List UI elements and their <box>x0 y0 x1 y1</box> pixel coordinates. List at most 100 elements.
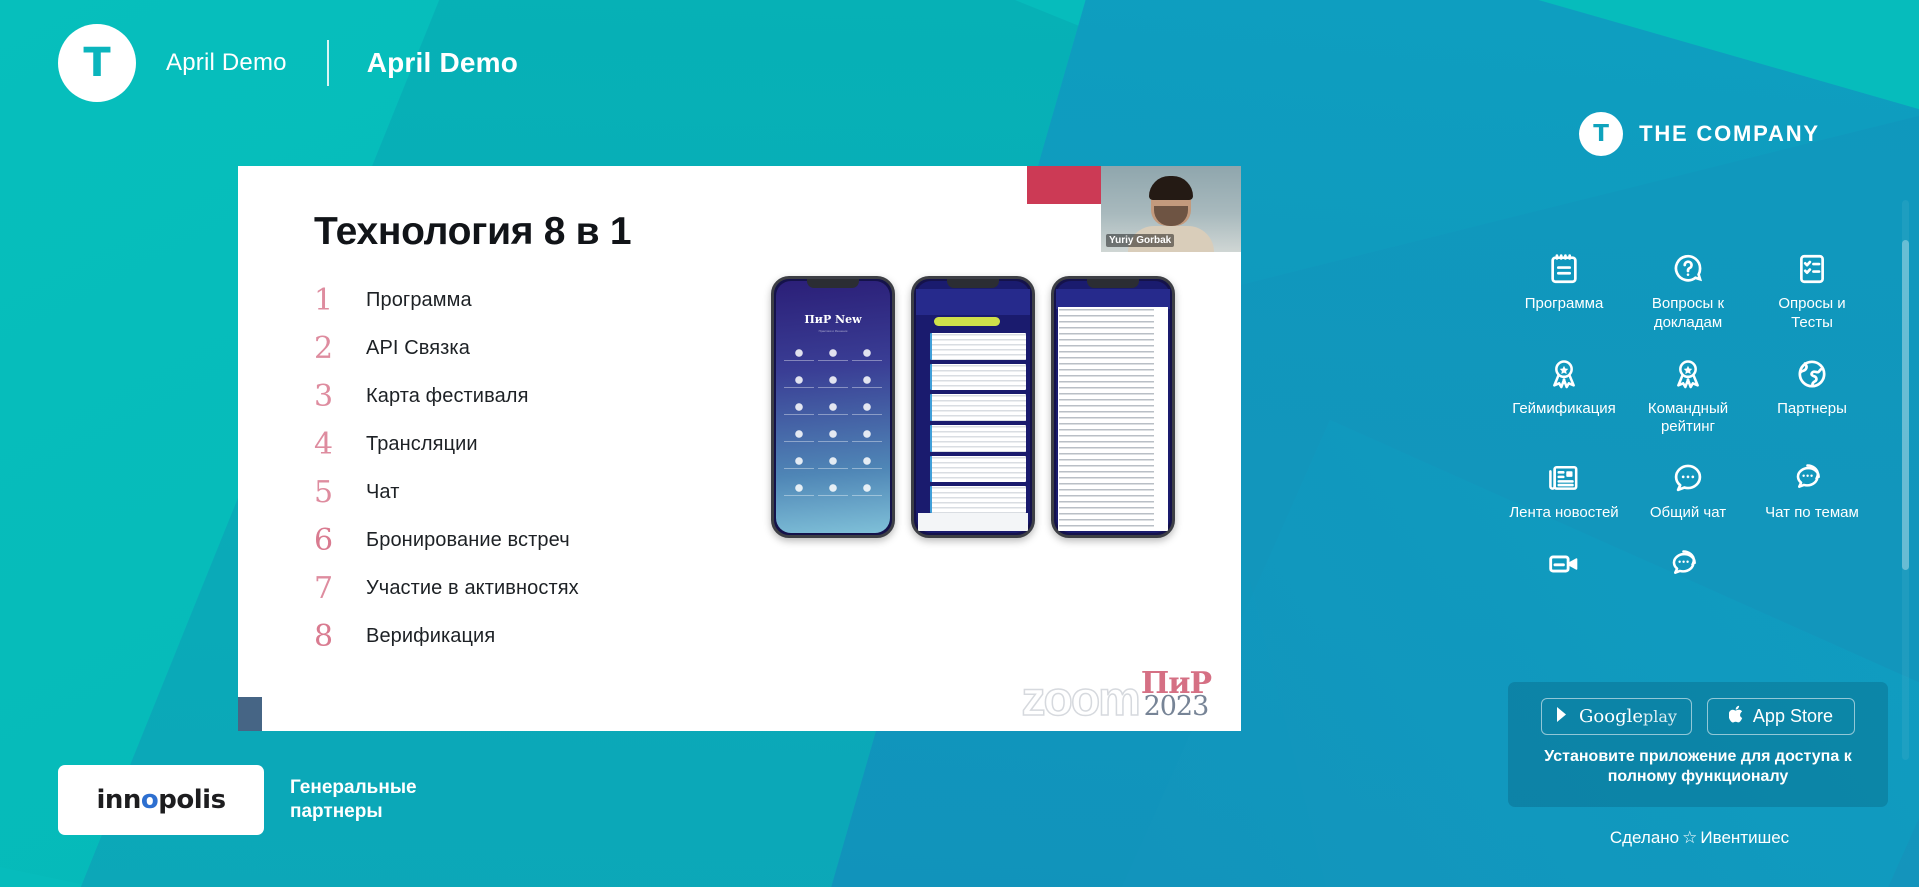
sidebar-scrollbar[interactable] <box>1902 200 1909 760</box>
list-item-label: Карта фестиваля <box>366 384 529 407</box>
brand-logo-badge[interactable]: T <box>58 24 136 102</box>
innopolis-logo-suffix: polis <box>158 785 226 815</box>
list-item-label: Бронирование встреч <box>366 528 570 551</box>
chat-bubble-icon <box>1671 461 1705 495</box>
list-item-number: 3 <box>314 378 334 414</box>
list-item-number: 5 <box>314 474 334 510</box>
innopolis-logo-accent: o <box>140 785 159 815</box>
store-buttons-row: Googleplay App Store <box>1541 698 1855 735</box>
event-watermark: ПиР 2023 <box>1141 669 1212 721</box>
sidebar-item-label: Вопросы к докладам <box>1651 295 1725 331</box>
company-logo-badge: T <box>1579 112 1624 156</box>
list-item-label: Программа <box>366 288 472 311</box>
slide-accent-square <box>238 697 262 731</box>
sidebar-item-label: Опросы и Тесты <box>1778 295 1846 331</box>
sidebar-item-polls[interactable]: Опросы и Тесты <box>1750 252 1874 333</box>
phone-notch <box>807 279 859 288</box>
checklist-clipboard-icon <box>1795 252 1829 286</box>
made-by-prefix: Сделано <box>1609 828 1680 847</box>
page-title: April Demo <box>366 47 519 78</box>
multi-chat-icon <box>1671 547 1705 581</box>
globe-icon <box>1795 357 1829 391</box>
notepad-icon <box>1547 252 1581 286</box>
slide-title: Технология 8 в 1 <box>314 210 632 253</box>
innopolis-logo: innopolis <box>96 785 226 815</box>
app-logo-sub: Практики и Решения <box>818 329 848 333</box>
multi-chat-icon <box>1795 461 1829 495</box>
list-item: 6 Бронирование встреч <box>314 516 744 564</box>
newspaper-icon <box>1547 461 1581 495</box>
phone-session-cards <box>930 333 1026 514</box>
partners-block: innopolis Генеральные партнеры <box>58 765 480 835</box>
sidebar-item-team-rating[interactable]: Командный рейтинг <box>1626 357 1750 438</box>
phone-mockup-program <box>911 276 1035 538</box>
list-item-number: 7 <box>314 570 334 606</box>
app-icon-grid <box>784 347 882 502</box>
sidebar-item-label: Лента новостей <box>1509 504 1619 521</box>
sidebar-item-label: Программа <box>1524 295 1604 312</box>
partner-logo-card[interactable]: innopolis <box>58 765 264 835</box>
phone-mockups: ПиР New Практики и Решения <box>748 276 1198 656</box>
partners-label: Генеральные партнеры <box>290 777 417 822</box>
google-play-button[interactable]: Googleplay <box>1541 698 1692 735</box>
video-camera-icon <box>1547 547 1581 581</box>
list-item: 7 Участие в активностях <box>314 564 744 612</box>
sidebar-item-label: Командный рейтинг <box>1647 399 1729 436</box>
list-item-number: 8 <box>314 618 334 654</box>
sidebar-item-broadcast[interactable] <box>1502 547 1626 590</box>
innopolis-logo-prefix: inn <box>96 785 141 815</box>
presentation-stage[interactable]: Технология 8 в 1 1 Программа 2 API Связк… <box>238 166 1241 731</box>
list-item: 4 Трансляции <box>314 420 744 468</box>
company-logo-initial: T <box>1593 120 1609 147</box>
list-item-number: 6 <box>314 522 334 558</box>
sidebar-nav-grid: Программа Вопросы к докладам Опросы и Те… <box>1502 252 1874 590</box>
list-item: 8 Верификация <box>314 612 744 660</box>
google-play-label: Googleplay <box>1579 706 1677 727</box>
sidebar-item-topic-chat-secondary[interactable] <box>1626 547 1750 590</box>
sidebar-item-label: Партнеры <box>1777 399 1847 417</box>
sidebar-item-program[interactable]: Программа <box>1502 252 1626 333</box>
zoom-watermark-text: zoom <box>1021 673 1142 727</box>
app-store-button[interactable]: App Store <box>1706 698 1855 735</box>
list-item-label: API Связка <box>366 336 470 359</box>
header-divider <box>326 40 329 86</box>
list-item: 1 Программа <box>314 276 744 324</box>
google-play-brand: Google <box>1579 706 1644 727</box>
phone-tabbar <box>918 513 1028 531</box>
sidebar-item-topic-chat[interactable]: Чат по темам <box>1750 461 1874 523</box>
phone-topbar <box>1056 289 1170 309</box>
install-app-text: Установите приложение для доступа к полн… <box>1544 748 1852 786</box>
sidebar-scrollbar-thumb[interactable] <box>1902 240 1909 570</box>
phone-topbar <box>916 289 1030 315</box>
phone-notch <box>947 279 999 288</box>
question-bubble-icon <box>1671 252 1705 286</box>
presenter-video-thumbnail[interactable]: Yuriy Gorbak <box>1101 166 1241 252</box>
sidebar-item-gamification[interactable]: Геймификация <box>1502 357 1626 438</box>
slide-feature-list: 1 Программа 2 API Связка 3 Карта фестива… <box>314 276 744 660</box>
google-play-icon <box>1556 706 1571 728</box>
list-item: 2 API Связка <box>314 324 744 372</box>
phone-screen: ПиР New Практики и Решения <box>776 281 890 533</box>
sidebar-item-questions[interactable]: Вопросы к докладам <box>1626 252 1750 333</box>
made-by-footer: Сделано ☆ Ивентишес <box>1480 828 1919 848</box>
sidebar-item-label: Общий чат <box>1649 504 1727 521</box>
sidebar-item-news-feed[interactable]: Лента новостей <box>1502 461 1626 523</box>
presenter-name-label: Yuriy Gorbak <box>1106 234 1175 247</box>
brand-initial: T <box>83 40 111 86</box>
list-item-number: 4 <box>314 426 334 462</box>
medal-icon <box>1547 357 1581 391</box>
slide-watermark: zoom ПиР 2023 <box>1021 669 1212 727</box>
phone-mockup-home: ПиР New Практики и Решения <box>771 276 895 538</box>
sidebar-item-label: Чат по темам <box>1765 504 1859 521</box>
phone-text-sheet <box>1058 307 1168 531</box>
event-name: April Demo <box>166 49 287 76</box>
list-item-label: Участие в активностях <box>366 576 579 599</box>
sidebar-item-general-chat[interactable]: Общий чат <box>1626 461 1750 523</box>
sidebar-item-partners[interactable]: Партнеры <box>1750 357 1874 438</box>
sidebar-item-label: Геймификация <box>1512 399 1616 417</box>
phone-screen <box>1056 281 1170 533</box>
phone-notch <box>1087 279 1139 288</box>
company-logo[interactable]: T THE COMPANY <box>1480 112 1919 156</box>
company-logo-name: THE COMPANY <box>1639 121 1820 146</box>
medal-icon <box>1671 357 1705 391</box>
